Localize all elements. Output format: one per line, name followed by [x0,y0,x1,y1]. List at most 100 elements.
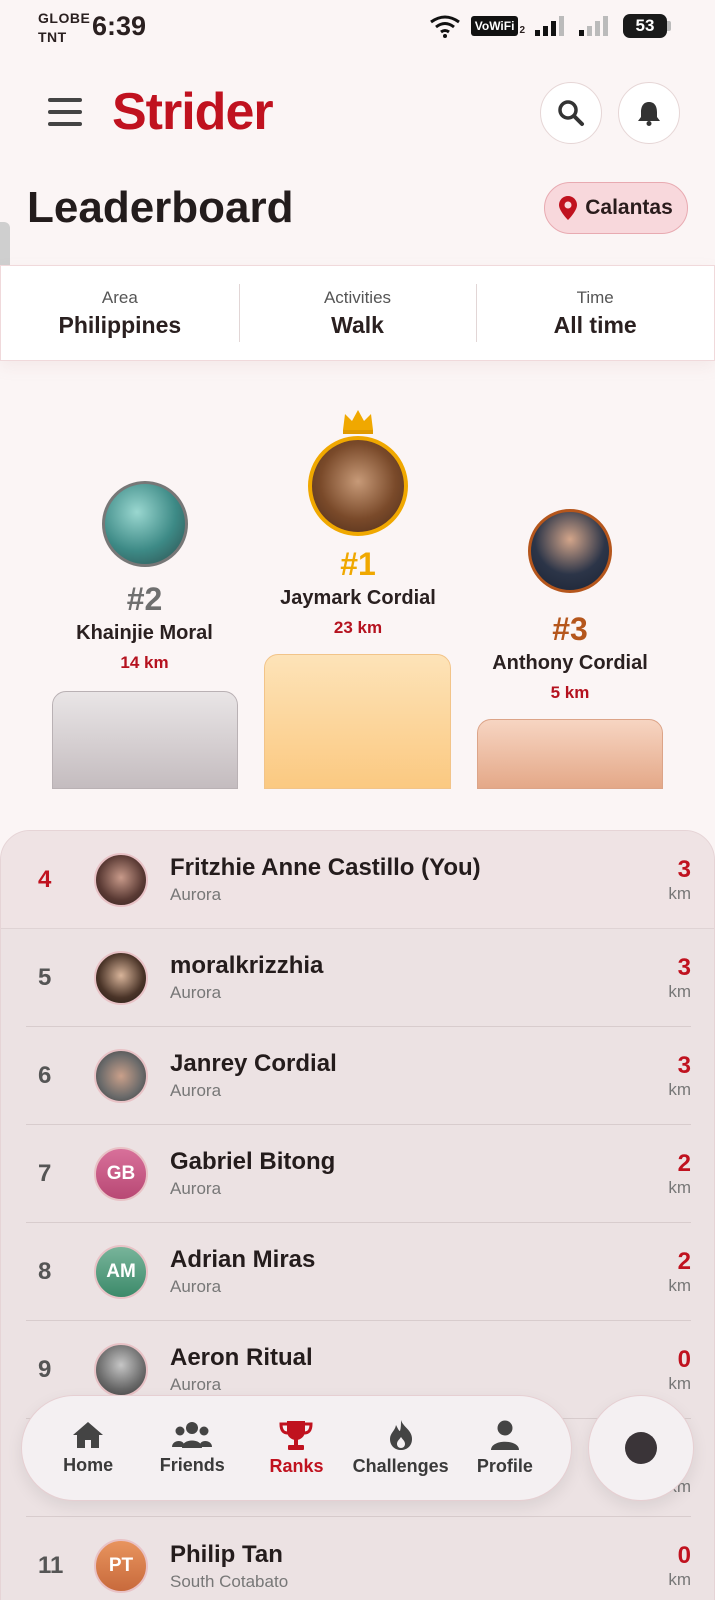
row-location: Aurora [170,885,222,904]
wifi-icon [429,15,460,38]
row-name: Adrian Miras [170,1246,316,1273]
row-distance-value: 0 [677,1542,691,1569]
signal-icon [535,16,564,36]
vowifi-badge: VoWiFi [470,16,519,36]
search-button[interactable] [540,82,602,144]
filter-area[interactable]: Area Philippines [1,266,239,360]
row-name: Janrey Cordial [170,1050,337,1077]
row-distance-unit: km [668,883,691,903]
app-title: Strider [112,83,274,141]
row-distance-unit: km [668,1570,691,1589]
crown-icon [343,410,373,434]
battery-icon: 53 [623,14,671,38]
row-rank: 9 [38,1355,52,1383]
profile-icon [490,1420,519,1450]
table-row[interactable]: 11 PT Philip Tan South Cotabato 0 km [26,1517,691,1600]
table-row-current-user[interactable]: 4 Fritzhie Anne Castillo (You) Aurora 3 … [1,831,714,929]
trophy-icon [279,1421,313,1450]
nav-label: Ranks [269,1456,324,1476]
avatar [94,1342,148,1397]
nav-label: Friends [159,1455,225,1475]
nav-label: Challenges [352,1456,449,1476]
avatar [528,509,612,593]
row-distance-unit: km [668,1177,691,1197]
row-rank: 6 [38,1061,52,1089]
row-location: South Cotabato [170,1571,289,1591]
filter-value: Walk [331,311,384,338]
row-distance-unit: km [668,981,691,1001]
avatar [308,436,408,536]
row-distance-value: 0 [677,1345,691,1373]
row-rank: 4 [38,865,52,893]
record-dot-icon [625,1432,657,1464]
rank-number: #1 [340,546,376,582]
podium-second[interactable]: #2 Khainjie Moral 14 km [52,481,237,673]
avatar-initials: GB [94,1146,148,1201]
avatar-initials: PT [94,1539,148,1593]
podium-name: Khainjie Moral [76,622,213,644]
row-distance-value: 3 [677,953,691,981]
row-distance-unit: km [668,1275,691,1295]
row-location: Aurora [170,1375,222,1394]
row-name: Philip Tan [170,1540,283,1568]
podium-third[interactable]: #3 Anthony Cordial 5 km [475,509,665,703]
location-chip[interactable]: Calantas [544,182,688,234]
nav-home[interactable]: Home [39,1420,137,1476]
location-label: Calantas [585,196,673,219]
podium-name: Anthony Cordial [492,652,648,674]
table-row[interactable]: 7 GB Gabriel Bitong Aurora 2 km [26,1125,691,1223]
podium-distance: 14 km [120,653,169,672]
notifications-button[interactable] [618,82,680,144]
row-location: Aurora [170,983,222,1002]
row-distance-unit: km [668,1373,691,1393]
pedestal-third [477,719,663,789]
avatar [94,1048,148,1103]
location-pin-icon [559,196,578,220]
nav-label: Profile [476,1456,533,1476]
flame-icon [389,1420,412,1450]
status-clock: 6:39 [92,11,147,41]
nav-profile[interactable]: Profile [456,1419,554,1477]
bottom-navigation: Home Friends Ranks Challenges Profile [21,1395,572,1501]
row-location: Aurora [170,1081,222,1100]
podium-distance: 5 km [550,683,590,702]
nav-challenges[interactable]: Challenges [352,1419,450,1477]
carrier-label: GLOBE TNT [38,10,91,45]
row-rank: 7 [38,1159,52,1187]
table-row[interactable]: 8 AM Adrian Miras Aurora 2 km [26,1223,691,1321]
nav-ranks[interactable]: Ranks [247,1419,345,1477]
avatar [94,950,148,1005]
home-icon [73,1422,104,1448]
row-distance-value: 3 [677,1051,691,1079]
row-location: Aurora [170,1179,222,1198]
filter-value: Philippines [58,311,182,338]
signal-icon-secondary [579,16,608,36]
rank-number: #3 [552,611,588,647]
status-icons: VoWiFi 2 53 [429,14,671,38]
row-name: Fritzhie Anne Castillo (You) [170,854,481,881]
filter-activities[interactable]: Activities Walk [238,266,477,360]
filter-value: All time [553,311,637,338]
search-icon [558,100,584,126]
avatar-initials: AM [94,1244,148,1299]
filter-time[interactable]: Time All time [476,266,714,360]
podium-first[interactable]: #1 Jaymark Cordial 23 km [263,410,453,638]
row-rank: 8 [38,1257,52,1285]
row-location: Aurora [170,1277,222,1296]
status-bar: GLOBE TNT 6:39 VoWiFi 2 53 [0,0,715,52]
table-row[interactable]: 5 moralkrizzhia Aurora 3 km [26,929,691,1027]
row-rank: 5 [38,963,52,991]
menu-icon[interactable] [48,98,82,126]
filter-label: Time [576,287,614,307]
filter-label: Area [101,287,138,307]
row-distance-unit: km [668,1079,691,1099]
nav-friends[interactable]: Friends [143,1420,241,1476]
rank-number: #2 [126,581,163,617]
row-name: moralkrizzhia [170,952,324,979]
bell-icon [638,102,660,126]
avatar [94,852,148,907]
row-name: Aeron Ritual [170,1344,313,1371]
table-row[interactable]: 6 Janrey Cordial Aurora 3 km [26,1027,691,1125]
record-activity-button[interactable] [588,1395,694,1501]
filter-bar: Area Philippines Activities Walk Time Al… [0,265,715,361]
